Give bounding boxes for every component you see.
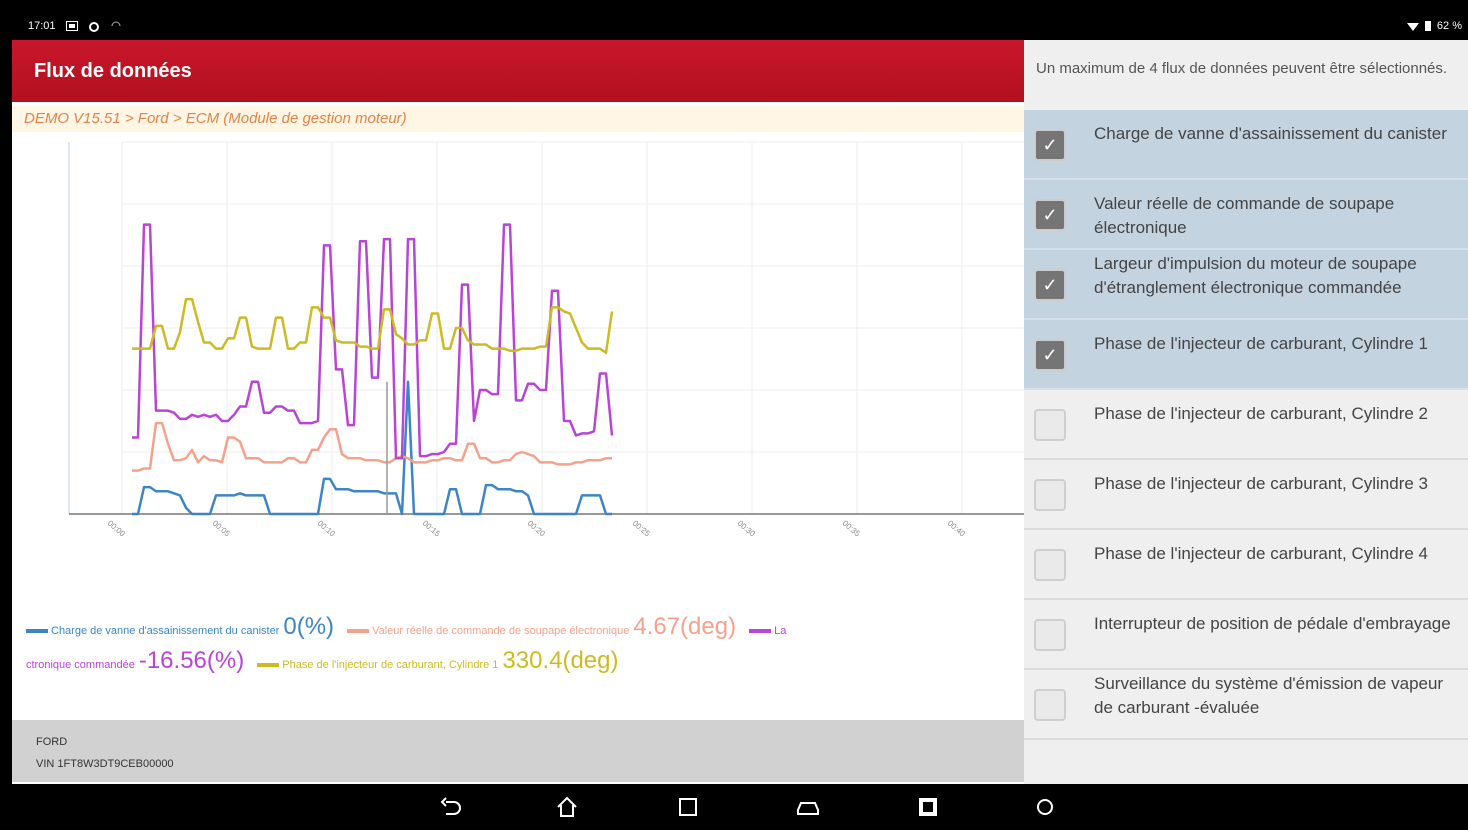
x-tick-label: 00:40 bbox=[946, 519, 968, 539]
legend-label-truncated: La bbox=[774, 625, 787, 637]
stream-option-list: ✓ Charge de vanne d'assainissement du can… bbox=[1024, 110, 1468, 740]
stream-option[interactable]: ✓ Valeur réelle de commande de soupape él… bbox=[1024, 180, 1468, 250]
settings-notification-icon bbox=[88, 21, 100, 32]
stream-selection-panel: Un maximum de 4 flux de données peuvent … bbox=[1024, 40, 1468, 784]
checkmark-icon: ✓ bbox=[1042, 135, 1058, 155]
legend-item-pulse-width: La bbox=[749, 625, 786, 637]
legend-row-2: ctronique commandée -16.56(%) Phase de l'… bbox=[12, 646, 1024, 680]
car-icon[interactable] bbox=[795, 794, 821, 820]
stream-option-label: Charge de vanne d'assainissement du cani… bbox=[1094, 124, 1447, 143]
legend-label: Charge de vanne d'assainissement du cani… bbox=[51, 625, 280, 637]
battery-level: 62 % bbox=[1436, 20, 1462, 32]
status-bar: 17:01 62 % bbox=[12, 12, 1468, 40]
checkbox[interactable]: ✓ bbox=[1034, 129, 1066, 161]
page-title: Flux de données bbox=[34, 60, 192, 82]
checkmark-icon: ✓ bbox=[1042, 345, 1058, 365]
navigation-bar bbox=[12, 784, 1468, 830]
legend-item-injector-1: Phase de l'injecteur de carburant, Cylin… bbox=[257, 647, 628, 674]
series-line bbox=[132, 380, 612, 516]
stream-option[interactable]: Phase de l'injecteur de carburant, Cylin… bbox=[1024, 460, 1468, 530]
x-tick-label: 00:05 bbox=[211, 519, 233, 539]
checkbox[interactable] bbox=[1034, 549, 1066, 581]
breadcrumb: DEMO V15.51 > Ford > ECM (Module de gest… bbox=[12, 106, 1024, 132]
x-tick-label: 00:25 bbox=[631, 519, 653, 539]
checkmark-icon: ✓ bbox=[1042, 205, 1058, 225]
legend-label-truncated: ctronique commandée bbox=[26, 659, 135, 671]
x-tick-label: 00:30 bbox=[736, 519, 758, 539]
vehicle-vin: VIN 1FT8W3DT9CEB00000 bbox=[36, 758, 174, 770]
stream-option-label: Surveillance du système d'émission de va… bbox=[1094, 674, 1444, 717]
vehicle-info-footer: FORD VIN 1FT8W3DT9CEB00000 bbox=[12, 720, 1024, 782]
legend-value: -16.56(%) bbox=[138, 647, 245, 674]
stream-option-label: Phase de l'injecteur de carburant, Cylin… bbox=[1094, 334, 1428, 353]
legend-value: 0(%) bbox=[283, 613, 335, 640]
x-tick-label: 00:00 bbox=[106, 519, 128, 539]
stream-option-label: Valeur réelle de commande de soupape éle… bbox=[1094, 194, 1395, 237]
stream-option-label: Phase de l'injecteur de carburant, Cylin… bbox=[1094, 544, 1428, 563]
stream-option-label: Largeur d'impulsion du moteur de soupape… bbox=[1094, 254, 1417, 297]
checkbox[interactable] bbox=[1034, 689, 1066, 721]
checkmark-icon: ✓ bbox=[1042, 275, 1058, 295]
app-bar: Flux de données bbox=[12, 40, 1024, 102]
checkbox[interactable]: ✓ bbox=[1034, 199, 1066, 231]
recent-apps-icon[interactable] bbox=[675, 794, 701, 820]
checkbox[interactable]: ✓ bbox=[1034, 339, 1066, 371]
legend-row-1: Charge de vanne d'assainissement du cani… bbox=[12, 612, 1024, 646]
x-tick-label: 00:35 bbox=[841, 519, 863, 539]
legend-label: Phase de l'injecteur de carburant, Cylin… bbox=[282, 659, 499, 671]
settings-icon[interactable] bbox=[1032, 794, 1058, 820]
wifi-icon bbox=[1406, 21, 1419, 31]
legend-value: 4.67(deg) bbox=[633, 613, 737, 640]
stream-option-label: Phase de l'injecteur de carburant, Cylin… bbox=[1094, 474, 1428, 493]
x-tick-label: 00:10 bbox=[316, 519, 338, 539]
back-icon[interactable] bbox=[438, 794, 464, 820]
series-line bbox=[132, 421, 612, 472]
status-time: 17:01 bbox=[28, 20, 56, 32]
stream-option[interactable]: ✓ Phase de l'injecteur de carburant, Cyli… bbox=[1024, 320, 1468, 390]
legend-value: 330.4(deg) bbox=[502, 647, 619, 674]
legend-swatch bbox=[26, 629, 48, 634]
checkbox[interactable] bbox=[1034, 479, 1066, 511]
data-stream-chart[interactable]: 00:00 00:05 00:10 00:15 00:20 00:25 00:30 00:35… bbox=[12, 132, 1024, 582]
home-icon[interactable] bbox=[554, 794, 580, 820]
legend-label: Valeur réelle de commande de soupape éle… bbox=[372, 625, 630, 637]
screenshot-icon[interactable] bbox=[915, 794, 941, 820]
battery-icon bbox=[1424, 21, 1431, 31]
legend-swatch bbox=[749, 629, 772, 634]
vehicle-make: FORD bbox=[36, 736, 68, 748]
legend-swatch bbox=[257, 663, 280, 668]
checkbox[interactable] bbox=[1034, 619, 1066, 651]
stream-option-label: Phase de l'injecteur de carburant, Cylin… bbox=[1094, 404, 1428, 423]
legend-item-pulse-width-cont: ctronique commandée -16.56(%) bbox=[26, 647, 254, 674]
stream-option-label: Interrupteur de position de pédale d'emb… bbox=[1094, 614, 1451, 633]
stream-option[interactable]: ✓ Largeur d'impulsion du moteur de soupap… bbox=[1024, 250, 1468, 320]
x-tick-label: 00:20 bbox=[526, 519, 548, 539]
sync-notification-icon bbox=[110, 21, 122, 31]
image-notification-icon bbox=[65, 21, 78, 31]
stream-option[interactable]: Surveillance du système d'émission de va… bbox=[1024, 670, 1468, 740]
stream-option[interactable]: ✓ Charge de vanne d'assainissement du can… bbox=[1024, 110, 1468, 180]
legend-swatch bbox=[347, 629, 370, 634]
selection-limit-note: Un maximum de 4 flux de données peuvent … bbox=[1036, 60, 1448, 77]
chart-legend: Charge de vanne d'assainissement du cani… bbox=[12, 612, 1024, 692]
stream-option[interactable]: Interrupteur de position de pédale d'emb… bbox=[1024, 600, 1468, 670]
legend-item-canister: Charge de vanne d'assainissement du cani… bbox=[26, 613, 344, 640]
stream-option[interactable]: Phase de l'injecteur de carburant, Cylin… bbox=[1024, 390, 1468, 460]
legend-item-valve: Valeur réelle de commande de soupape éle… bbox=[347, 613, 746, 640]
x-tick-label: 00:15 bbox=[421, 519, 443, 539]
checkbox[interactable] bbox=[1034, 409, 1066, 441]
checkbox[interactable]: ✓ bbox=[1034, 269, 1066, 301]
stream-option[interactable]: Phase de l'injecteur de carburant, Cylin… bbox=[1024, 530, 1468, 600]
data-stream-screen: Flux de données DEMO V15.51 > Ford > ECM… bbox=[12, 40, 1024, 784]
series-line bbox=[132, 297, 614, 355]
